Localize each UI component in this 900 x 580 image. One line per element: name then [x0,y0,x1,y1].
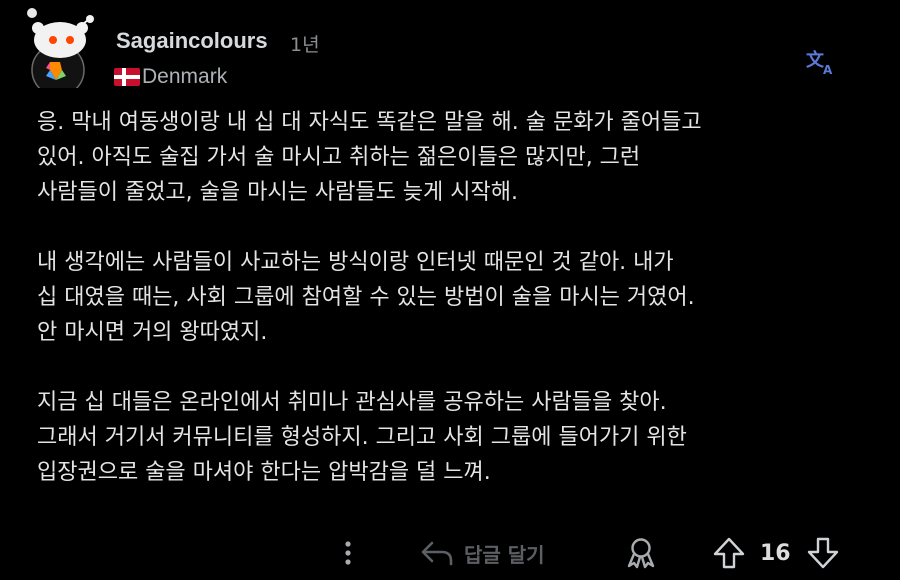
comment-action-bar: 답글 달기 16 [0,530,900,576]
flair-label: Denmark [142,65,228,88]
upvote-icon [713,537,745,569]
avatar[interactable] [18,8,98,97]
author-username[interactable]: Sagaincolours [116,28,268,54]
comment-paragraph: 지금 십 대들은 온라인에서 취미나 관심사를 공유하는 사람들을 찾아. 그래… [37,390,687,485]
reply-button[interactable]: 답글 달기 [420,530,545,576]
award-icon [627,538,655,569]
comment-body: 응. 막내 여동생이랑 내 십 대 자식도 똑같은 말을 해. 술 문화가 줄어… [37,105,877,525]
comment-paragraph: 응. 막내 여동생이랑 내 십 대 자식도 똑같은 말을 해. 술 문화가 줄어… [37,110,702,205]
user-flair: Denmark [114,64,227,90]
more-options-button[interactable] [340,530,356,576]
upvote-button[interactable] [712,530,746,576]
downvote-button[interactable] [806,530,840,576]
denmark-flag-icon [114,68,140,86]
more-vertical-icon [345,541,351,565]
snoo-avatar-icon [27,8,94,97]
vote-score: 16 [760,540,791,566]
reply-arrow-icon [421,541,453,566]
reply-label: 답글 달기 [464,542,545,567]
translate-icon: 文 A [806,49,833,77]
comment-age: 1년 [290,34,320,56]
translate-button[interactable]: 文 A [806,48,836,77]
award-button[interactable] [624,530,658,576]
comment-paragraph: 내 생각에는 사람들이 사교하는 방식이랑 인터넷 때문인 것 같아. 내가 십… [37,250,695,345]
svg-text:A: A [823,63,833,76]
downvote-icon [807,537,839,569]
